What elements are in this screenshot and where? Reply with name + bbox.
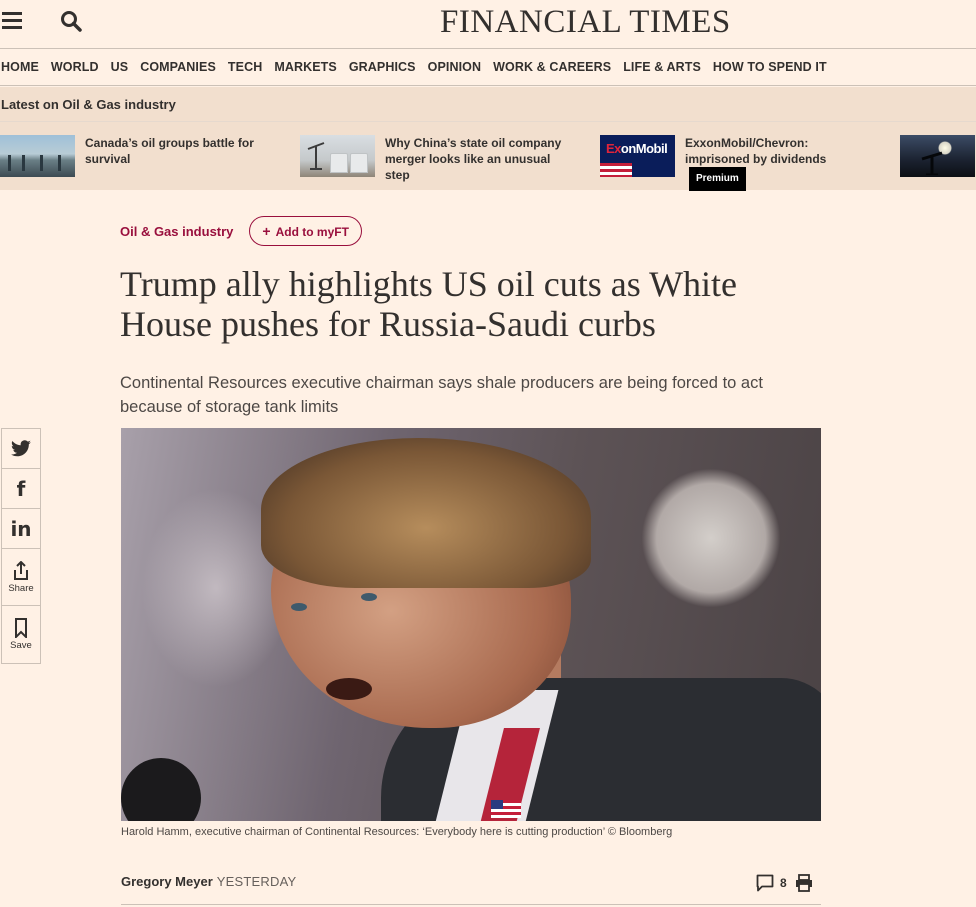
print-icon[interactable]: [795, 874, 813, 892]
story-thumbnail[interactable]: ExonMobil: [600, 135, 675, 177]
divider: [121, 904, 821, 905]
nav-item-home[interactable]: HOME: [1, 60, 39, 74]
nav-item-how-to-spend-it[interactable]: HOW TO SPEND IT: [713, 60, 827, 74]
share-icon: [14, 560, 28, 580]
main-navigation: HOME WORLD US COMPANIES TECH MARKETS GRA…: [0, 48, 976, 86]
nav-item-us[interactable]: US: [111, 60, 129, 74]
story-headline[interactable]: ExxonMobil/Chevron: imprisoned by divide…: [685, 135, 875, 191]
latest-story-4[interactable]: [900, 135, 976, 179]
story-thumbnail[interactable]: [300, 135, 375, 177]
linkedin-share-button[interactable]: in: [2, 509, 40, 549]
story-headline[interactable]: Canada’s oil groups battle for survival: [85, 135, 275, 179]
hamburger-menu-icon[interactable]: [2, 12, 22, 30]
story-thumbnail[interactable]: [900, 135, 975, 177]
latest-story-1[interactable]: Canada’s oil groups battle for survival: [0, 135, 275, 179]
linkedin-icon: in: [10, 516, 32, 541]
article-tools: 8: [756, 874, 813, 892]
latest-stories-bar: Latest on Oil & Gas industry Canada’s oi…: [0, 87, 976, 191]
image-caption: Harold Hamm, executive chairman of Conti…: [121, 826, 673, 838]
story-thumbnail[interactable]: [0, 135, 75, 177]
article-header: Oil & Gas industry + Add to myFT Trump al…: [120, 216, 820, 419]
byline: Gregory Meyer YESTERDAY: [121, 874, 296, 889]
latest-title[interactable]: Latest on Oil & Gas industry: [1, 97, 176, 112]
premium-badge: Premium: [689, 167, 746, 191]
nav-item-work-careers[interactable]: WORK & CAREERS: [493, 60, 611, 74]
article-standfirst: Continental Resources executive chairman…: [120, 374, 763, 416]
author-link[interactable]: Gregory Meyer: [121, 874, 213, 889]
nav-item-companies[interactable]: COMPANIES: [140, 60, 216, 74]
save-label: Save: [10, 640, 32, 651]
publish-date: YESTERDAY: [216, 874, 297, 889]
nav-item-markets[interactable]: MARKETS: [274, 60, 337, 74]
article-main-image: [121, 428, 821, 821]
share-button[interactable]: Share: [2, 549, 40, 606]
divider: [0, 121, 976, 122]
twitter-share-button[interactable]: [2, 429, 40, 469]
comment-count: 8: [780, 876, 787, 890]
comments-button[interactable]: 8: [756, 874, 787, 892]
twitter-icon: [11, 439, 31, 456]
latest-story-2[interactable]: Why China’s state oil company merger loo…: [300, 135, 575, 182]
search-icon[interactable]: [60, 10, 82, 32]
latest-story-3[interactable]: ExonMobil ExxonMobil/Chevron: imprisoned…: [600, 135, 875, 191]
comment-icon: [756, 874, 774, 892]
facebook-share-button[interactable]: f: [2, 469, 40, 509]
facebook-icon: f: [16, 476, 26, 501]
nav-item-world[interactable]: WORLD: [51, 60, 99, 74]
bookmark-icon: [15, 618, 27, 638]
story-headline[interactable]: Why China’s state oil company merger loo…: [385, 135, 575, 182]
ft-logo[interactable]: FINANCIAL TIMES: [440, 4, 731, 41]
save-button[interactable]: Save: [2, 606, 40, 663]
share-label: Share: [8, 582, 34, 594]
nav-item-life-arts[interactable]: LIFE & ARTS: [623, 60, 701, 74]
plus-icon: +: [262, 223, 271, 239]
add-to-myft-button[interactable]: + Add to myFT: [249, 216, 362, 246]
share-rail: f in Share Save: [1, 428, 41, 664]
nav-item-graphics[interactable]: GRAPHICS: [349, 60, 416, 74]
nav-item-opinion[interactable]: OPINION: [428, 60, 481, 74]
article-headline: Trump ally highlights US oil cuts as Whi…: [120, 264, 738, 344]
topic-link[interactable]: Oil & Gas industry: [120, 224, 233, 239]
nav-item-tech[interactable]: TECH: [228, 60, 262, 74]
site-header: FINANCIAL TIMES: [0, 0, 976, 48]
